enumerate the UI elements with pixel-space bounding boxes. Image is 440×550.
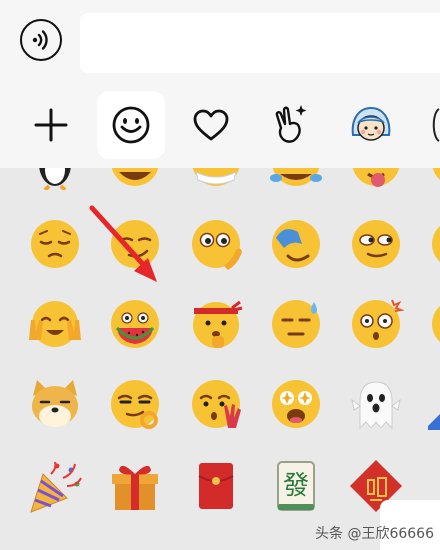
emoji-doge[interactable]: 🐕: [27, 376, 83, 432]
input-bar: [0, 0, 440, 82]
emoji-grid: 🐧 😁 😷 😂: [0, 168, 440, 550]
gift-icon: [112, 465, 158, 510]
doge-face-icon: [32, 380, 78, 427]
chart-up-icon: [428, 414, 440, 430]
heart-icon: [193, 109, 229, 141]
watermelon-face-icon: [111, 300, 159, 348]
emoji-pensive[interactable]: 😔: [27, 216, 83, 272]
neutral-face-icon: [432, 226, 440, 262]
tab-add[interactable]: [17, 91, 85, 159]
emoji-partial-r0[interactable]: 😀: [428, 168, 440, 190]
emoji-watermelon-face[interactable]: 🍉: [107, 296, 163, 352]
tongue-face-icon: [352, 168, 400, 187]
emoji-shocked[interactable]: 😲: [348, 296, 404, 352]
smiley-icon: [112, 106, 150, 144]
voice-button[interactable]: [20, 19, 62, 61]
girl-face-icon: [351, 106, 391, 141]
emoji-mask[interactable]: 😷: [188, 168, 244, 190]
emoji-peace-smile[interactable]: 🥳: [27, 296, 83, 352]
smirk-face-icon: [111, 220, 159, 268]
thinking-face-icon: [192, 220, 242, 270]
message-input[interactable]: [80, 13, 440, 73]
facepalm-face-icon: [272, 220, 320, 268]
red-envelope-icon: [198, 463, 234, 509]
emoji-smirk[interactable]: 😏: [107, 216, 163, 272]
emoji-ghost[interactable]: 👻: [348, 376, 404, 432]
emoji-party-popper[interactable]: 🎉: [27, 458, 83, 514]
plus-icon: [34, 108, 68, 142]
grinning-face-icon: [111, 168, 159, 186]
tab-favorites[interactable]: [177, 91, 245, 159]
voice-icon: [32, 30, 48, 50]
shocked-face-icon: [352, 299, 404, 348]
joy-face-icon: [270, 168, 322, 186]
emoji-mahjong-fa[interactable]: 發 🀅: [268, 458, 324, 514]
emoji-smug-ok[interactable]: 😏: [107, 376, 163, 432]
star-struck-face-icon: [272, 380, 320, 428]
emoji-red-envelope[interactable]: 🧧: [188, 458, 244, 514]
ghost-icon: [351, 381, 401, 430]
peace-smile-face-icon: [29, 301, 81, 347]
tab-emoji[interactable]: [97, 91, 165, 159]
emoji-thinking[interactable]: 🤔: [188, 216, 244, 272]
sweat-neutral-face-icon: [272, 300, 320, 348]
emoji-partial-r3[interactable]: 📈: [428, 376, 440, 432]
mahjong-tile-icon: 發: [277, 461, 315, 511]
pensive-face-icon: [31, 220, 79, 268]
emoji-category-tabs: [0, 82, 440, 168]
smile-face-icon: [432, 168, 440, 180]
more-category-icon: [432, 108, 440, 142]
emoji-sideeye[interactable]: 😒: [348, 216, 404, 272]
emoji-grinning[interactable]: 😁: [107, 168, 163, 190]
emoji-partial-r1[interactable]: 😐: [428, 216, 440, 272]
emoji-joy[interactable]: 😂: [268, 168, 324, 190]
penguin-emoji-icon: [39, 168, 71, 190]
tab-more[interactable]: [417, 91, 440, 159]
emoji-keyboard-screen: 🐧 😁 😷 😂: [0, 0, 440, 550]
emoji-sweat-neutral[interactable]: 😓: [268, 296, 324, 352]
emoji-tongue[interactable]: 😛: [348, 168, 404, 190]
smug-ok-face-icon: [111, 380, 159, 429]
emoji-penguin[interactable]: 🐧: [27, 168, 83, 190]
tab-memoji[interactable]: [337, 91, 405, 159]
headband-fist-face-icon: [193, 300, 243, 348]
emoji-partial-r2[interactable]: 😉: [428, 296, 440, 352]
tab-stickers[interactable]: [257, 91, 325, 159]
emoji-star-struck[interactable]: 🤩: [268, 376, 324, 432]
emoji-kiss-wave[interactable]: 😘: [188, 376, 244, 432]
kiss-wave-face-icon: [192, 380, 241, 428]
emoji-facepalm[interactable]: 🤦: [268, 216, 324, 272]
party-popper-icon: [30, 461, 82, 513]
sideeye-face-icon: [352, 220, 400, 268]
emoji-gift[interactable]: 🎁: [107, 458, 163, 514]
peace-hand-icon: [275, 105, 307, 143]
svg-text:發: 發: [283, 471, 309, 501]
watermark-text: 头条 @王欣66666: [315, 526, 434, 542]
wink-face-icon: [432, 306, 440, 342]
emoji-headband-fist[interactable]: 😳: [188, 296, 244, 352]
mask-face-icon: [192, 168, 240, 186]
